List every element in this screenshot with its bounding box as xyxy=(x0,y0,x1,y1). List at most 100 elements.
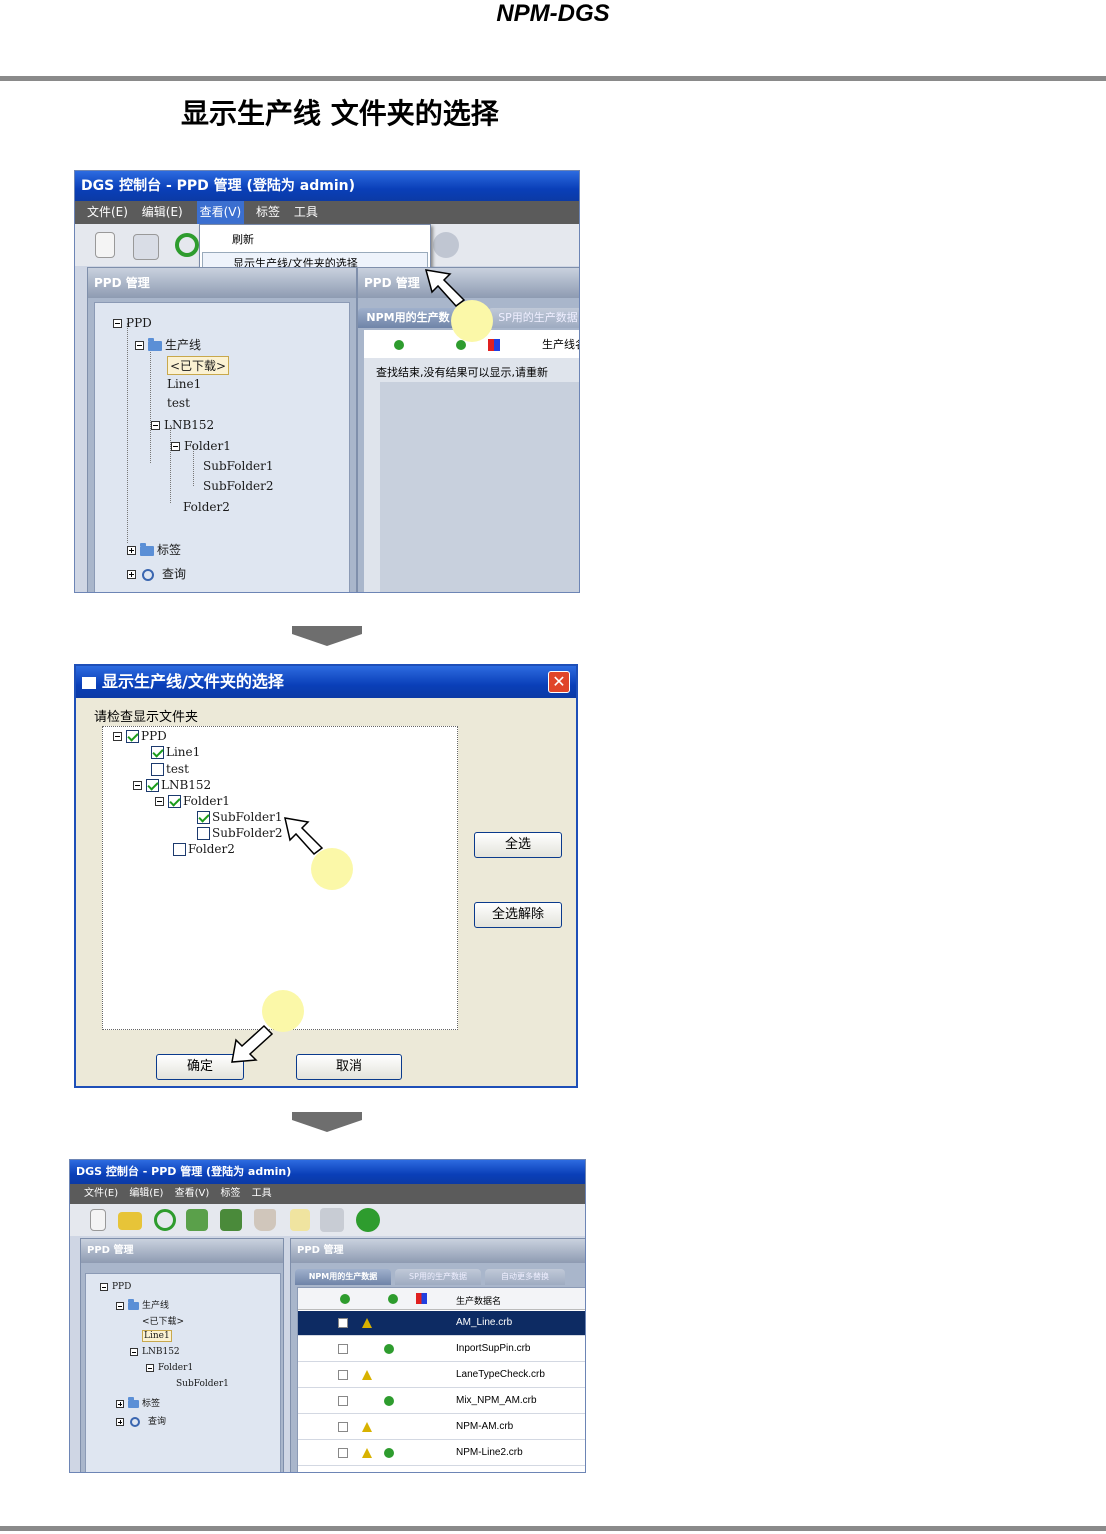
tree-node-tags[interactable]: 标签 xyxy=(127,541,181,558)
check-node-ppd[interactable]: PPD xyxy=(113,729,167,743)
dialog-title: 显示生产线/文件夹的选择 xyxy=(102,672,284,691)
table-row[interactable]: AM_Line.crb xyxy=(298,1311,585,1336)
row-checkbox[interactable] xyxy=(338,1370,348,1380)
checkbox-subfolder1[interactable] xyxy=(197,811,210,824)
export-icon[interactable] xyxy=(220,1209,242,1231)
table-row[interactable]: NPM-AM.crb xyxy=(298,1415,585,1440)
table-row[interactable]: InportSupPin.crb xyxy=(298,1337,585,1362)
tree-node-line1[interactable]: Line1 xyxy=(167,377,201,391)
tree-node-subfolder2[interactable]: SubFolder2 xyxy=(203,479,274,493)
checkbox-line1[interactable] xyxy=(151,746,164,759)
tab-npm-data[interactable]: NPM用的生产数据 xyxy=(295,1269,391,1285)
new-file-icon[interactable] xyxy=(95,232,115,258)
import-icon[interactable] xyxy=(186,1209,208,1231)
refresh-icon[interactable] xyxy=(154,1209,176,1231)
dropdown-refresh[interactable]: 刷新 xyxy=(232,231,254,247)
tab-npm-data[interactable]: NPM用的生产数 xyxy=(358,308,458,328)
menu-edit[interactable]: 编辑(E) xyxy=(129,1184,163,1204)
tab-auto-replace[interactable]: 自动更多替换 xyxy=(485,1269,565,1285)
tree-node-lines[interactable]: 生产线 xyxy=(116,1298,169,1311)
close-icon[interactable]: ✕ xyxy=(548,671,570,693)
settings-icon[interactable] xyxy=(320,1208,344,1232)
refresh-icon[interactable] xyxy=(175,233,199,257)
cancel-button[interactable]: 取消 xyxy=(296,1054,402,1080)
tree-node-query[interactable]: 查询 xyxy=(116,1414,166,1427)
table-row[interactable]: LaneTypeCheck.crb xyxy=(298,1363,585,1388)
search-icon xyxy=(130,1416,140,1427)
collapse-icon[interactable] xyxy=(130,1347,138,1356)
deselect-all-button[interactable]: 全选解除 xyxy=(474,902,562,928)
check-node-lnb152[interactable]: LNB152 xyxy=(133,778,211,792)
tree-node-subfolder1[interactable]: SubFolder1 xyxy=(176,1379,229,1389)
tab-sp-data[interactable]: SP用的生产数据 xyxy=(395,1269,481,1285)
row-checkbox[interactable] xyxy=(338,1396,348,1406)
download-icon[interactable] xyxy=(433,232,459,258)
menu-view[interactable]: 查看(V) xyxy=(196,201,245,224)
tree-node-downloaded[interactable]: <已下载> xyxy=(142,1314,184,1327)
check-node-folder1[interactable]: Folder1 xyxy=(155,794,230,808)
menu-tools[interactable]: 工具 xyxy=(252,1184,272,1204)
row-checkbox[interactable] xyxy=(338,1344,348,1354)
expand-icon[interactable] xyxy=(127,546,136,555)
tree-node-subfolder1[interactable]: SubFolder1 xyxy=(203,459,274,473)
menu-tools[interactable]: 工具 xyxy=(294,201,318,224)
collapse-icon[interactable] xyxy=(113,732,122,741)
table-row[interactable]: Mix_NPM_AM.crb xyxy=(298,1389,585,1414)
row-checkbox[interactable] xyxy=(338,1422,348,1432)
collapse-icon[interactable] xyxy=(100,1282,108,1291)
checkbox-folder2[interactable] xyxy=(173,843,186,856)
table-row[interactable]: NPM-Line2.crb xyxy=(298,1441,585,1466)
tree-node-lines[interactable]: 生产线 xyxy=(135,336,201,353)
collapse-icon[interactable] xyxy=(135,341,144,350)
expand-icon[interactable] xyxy=(127,570,136,579)
menu-view[interactable]: 查看(V) xyxy=(175,1184,210,1204)
download-icon[interactable] xyxy=(356,1208,380,1232)
row-checkbox[interactable] xyxy=(338,1448,348,1458)
edit-icon[interactable] xyxy=(290,1209,310,1231)
collapse-icon[interactable] xyxy=(133,781,142,790)
menu-tag[interactable]: 标签 xyxy=(256,201,280,224)
collapse-icon[interactable] xyxy=(171,442,180,451)
check-node-test[interactable]: test xyxy=(151,762,189,776)
checkbox-test[interactable] xyxy=(151,763,164,776)
tree-node-ppd[interactable]: PPD xyxy=(100,1282,131,1292)
menu-edit[interactable]: 编辑(E) xyxy=(142,201,183,224)
new-file-icon[interactable] xyxy=(90,1209,106,1231)
menu-file[interactable]: 文件(E) xyxy=(84,1184,118,1204)
tree-node-line1[interactable]: Line1 xyxy=(142,1330,172,1342)
check-node-subfolder2[interactable]: SubFolder2 xyxy=(197,826,283,840)
checkbox-folder1[interactable] xyxy=(168,795,181,808)
tree-node-lnb152[interactable]: LNB152 xyxy=(130,1347,180,1357)
column-header: 生产数据名 xyxy=(456,1297,502,1307)
tree-node-folder2[interactable]: Folder2 xyxy=(183,500,230,514)
row-checkbox[interactable] xyxy=(338,1318,348,1328)
tree-node-tags[interactable]: 标签 xyxy=(116,1396,160,1409)
checkbox-subfolder2[interactable] xyxy=(197,827,210,840)
select-all-button[interactable]: 全选 xyxy=(474,832,562,858)
menu-file[interactable]: 文件(E) xyxy=(87,201,128,224)
delete-icon[interactable] xyxy=(254,1209,276,1231)
tree-node-folder1[interactable]: Folder1 xyxy=(146,1363,193,1373)
checkbox-ppd[interactable] xyxy=(126,730,139,743)
expand-icon[interactable] xyxy=(116,1399,124,1408)
collapse-icon[interactable] xyxy=(116,1301,124,1310)
check-node-folder2[interactable]: Folder2 xyxy=(173,842,235,856)
tree-node-ppd[interactable]: PPD xyxy=(113,316,152,330)
open-folder-icon[interactable] xyxy=(118,1212,142,1230)
tree-node-query[interactable]: 查询 xyxy=(127,565,186,582)
checkbox-lnb152[interactable] xyxy=(146,779,159,792)
collapse-icon[interactable] xyxy=(151,421,160,430)
check-node-subfolder1[interactable]: SubFolder1 xyxy=(197,810,283,824)
tree-node-downloaded[interactable]: <已下载> xyxy=(167,356,230,375)
collapse-icon[interactable] xyxy=(146,1363,154,1372)
tree-node-folder1[interactable]: Folder1 xyxy=(171,439,231,453)
expand-icon[interactable] xyxy=(116,1417,124,1426)
tree-node-test[interactable]: test xyxy=(167,396,190,410)
tree-node-lnb152[interactable]: LNB152 xyxy=(151,418,214,432)
collapse-icon[interactable] xyxy=(155,797,164,806)
menu-tag[interactable]: 标签 xyxy=(220,1184,240,1204)
collapse-icon[interactable] xyxy=(113,319,122,328)
open-folder-icon[interactable] xyxy=(133,234,159,260)
check-node-line1[interactable]: Line1 xyxy=(151,745,200,759)
tab-sp-data[interactable]: SP用的生产数据 xyxy=(488,308,579,328)
